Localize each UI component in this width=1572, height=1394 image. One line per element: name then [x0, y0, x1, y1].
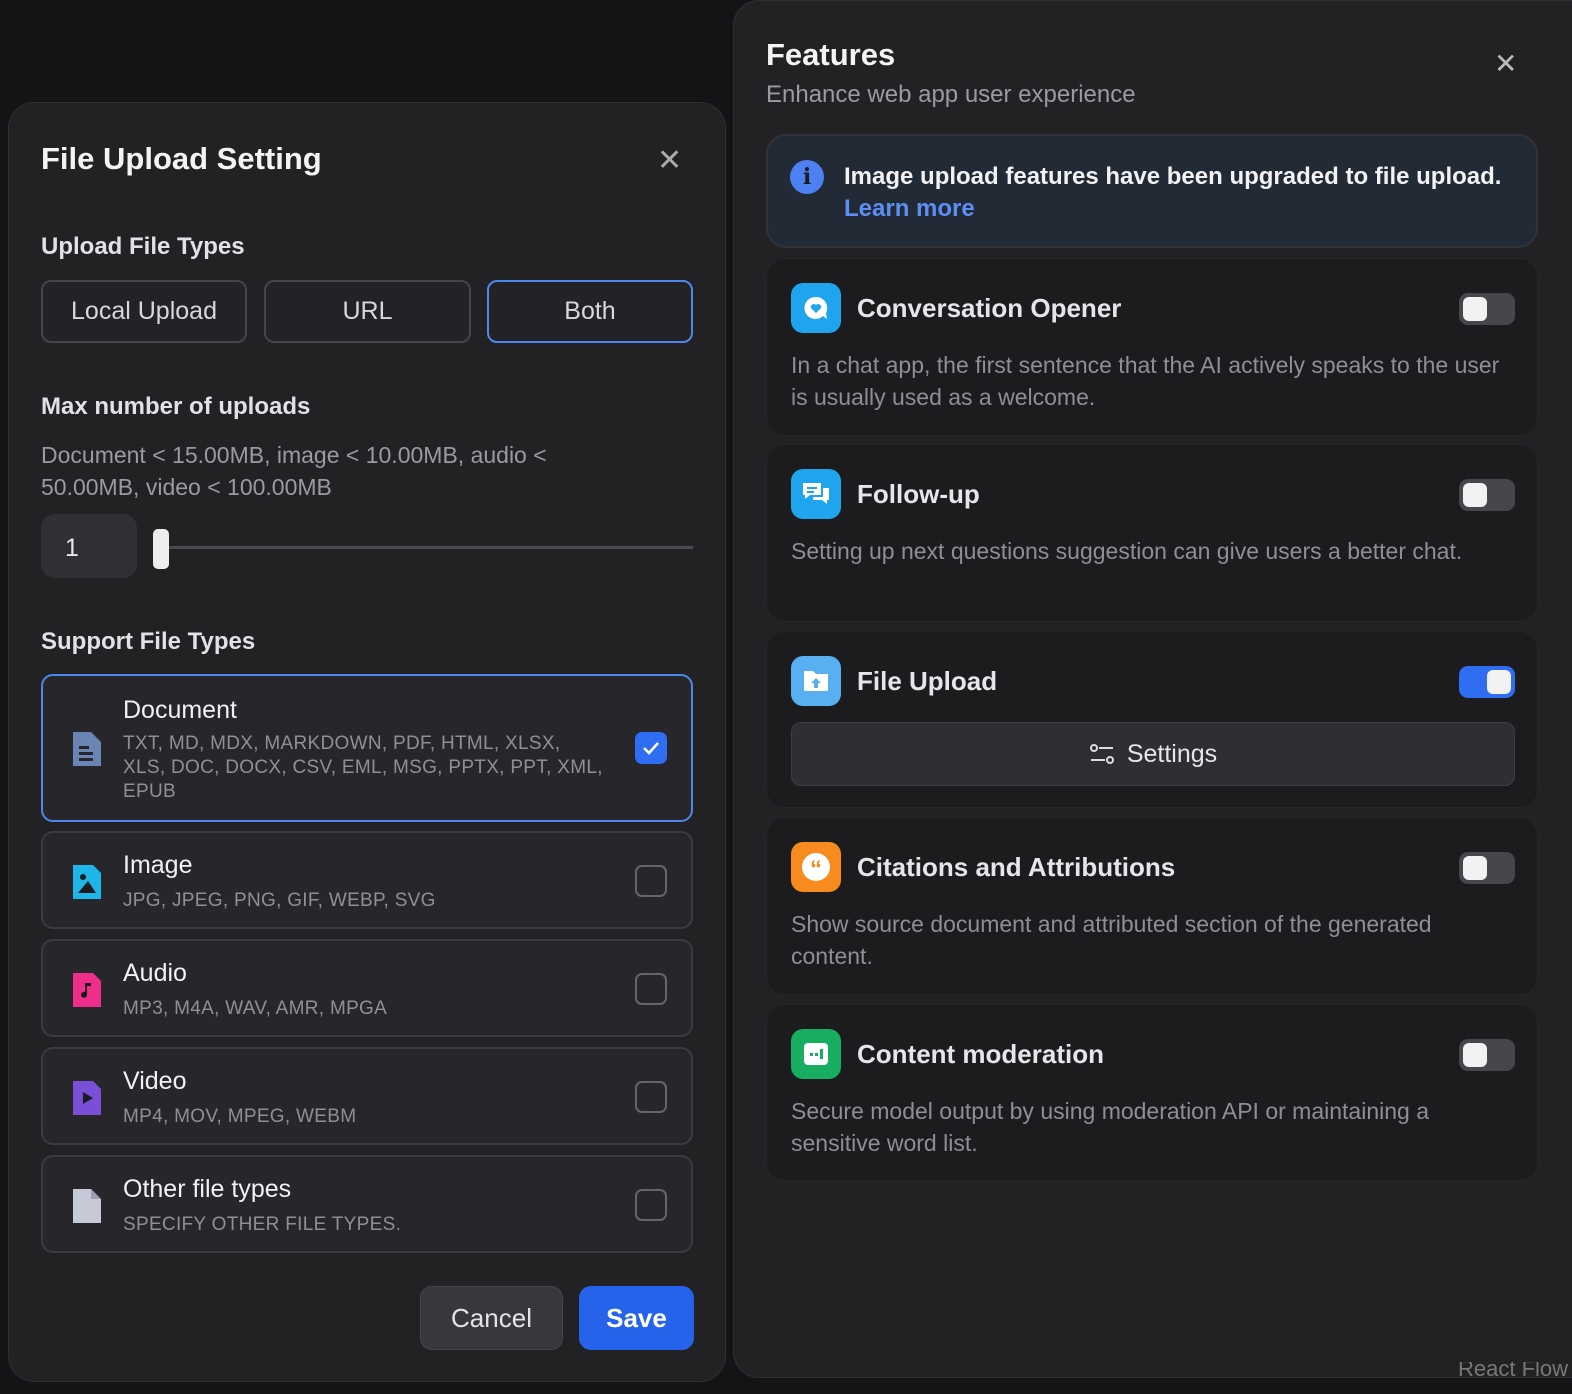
chat-bubbles-icon	[791, 469, 841, 519]
file-type-name: Audio	[123, 959, 187, 987]
chat-heart-icon	[791, 283, 841, 333]
file-type-name: Video	[123, 1067, 187, 1095]
size-limits-text: Document < 15.00MB, image < 10.00MB, aud…	[41, 442, 547, 500]
other-checkbox[interactable]	[635, 1189, 667, 1221]
document-icon	[73, 732, 101, 766]
feature-citations: “ Citations and Attributions Show source…	[766, 817, 1538, 995]
feature-description: Show source document and attributed sect…	[791, 911, 1432, 969]
feature-description: In a chat app, the first sentence that t…	[791, 352, 1500, 410]
feature-title: Follow-up	[857, 479, 980, 509]
file-upload-toggle[interactable]	[1459, 666, 1515, 698]
feature-file-upload: File Upload Settings	[766, 631, 1538, 808]
file-upload-setting-dialog: File Upload Setting ✕ Upload File Types …	[8, 102, 726, 1382]
folder-upload-icon	[791, 656, 841, 706]
file-type-video[interactable]: Video MP4, MOV, MPEG, WEBM	[41, 1047, 693, 1145]
react-flow-attribution[interactable]: React Flow	[1458, 1362, 1568, 1382]
option-local-upload[interactable]: Local Upload	[41, 280, 247, 343]
close-icon[interactable]: ✕	[657, 143, 682, 178]
file-upload-settings-button[interactable]: Settings	[791, 722, 1515, 786]
feature-title: File Upload	[857, 666, 998, 696]
image-checkbox[interactable]	[635, 865, 667, 897]
option-both[interactable]: Both	[487, 280, 693, 343]
features-title: Features	[766, 37, 896, 72]
file-type-extensions: MP3, M4A, WAV, AMR, MPGA	[123, 998, 388, 1019]
feature-conversation-opener: Conversation Opener In a chat app, the f…	[766, 258, 1538, 436]
settings-label: Settings	[1126, 739, 1218, 768]
file-type-name: Document	[123, 696, 237, 724]
image-icon	[73, 865, 101, 899]
features-subtitle: Enhance web app user experience	[766, 81, 1136, 108]
feature-title: Conversation Opener	[857, 293, 1122, 323]
file-type-document[interactable]: Document TXT, MD, MDX, MARKDOWN, PDF, HT…	[41, 674, 693, 822]
feature-description: Secure model output by using moderation …	[791, 1098, 1429, 1156]
audio-checkbox[interactable]	[635, 973, 667, 1005]
file-type-extensions: SPECIFY OTHER FILE TYPES.	[123, 1214, 402, 1235]
file-type-other[interactable]: Other file types SPECIFY OTHER FILE TYPE…	[41, 1155, 693, 1253]
feature-title: Citations and Attributions	[857, 852, 1176, 882]
audio-icon	[73, 973, 101, 1007]
features-panel: Features Enhance web app user experience…	[733, 0, 1572, 1378]
follow-up-toggle[interactable]	[1459, 479, 1515, 511]
file-type-image[interactable]: Image JPG, JPEG, PNG, GIF, WEBP, SVG	[41, 831, 693, 929]
moderation-icon	[791, 1029, 841, 1079]
max-uploads-slider[interactable]	[159, 546, 693, 549]
file-type-extensions: TXT, MD, MDX, MARKDOWN, PDF, HTML, XLSX,…	[123, 733, 603, 802]
file-type-audio[interactable]: Audio MP3, M4A, WAV, AMR, MPGA	[41, 939, 693, 1037]
feature-content-moderation: Content moderation Secure model output b…	[766, 1004, 1538, 1181]
feature-description: Setting up next questions suggestion can…	[791, 538, 1463, 564]
feature-follow-up: Follow-up Setting up next questions sugg…	[766, 444, 1538, 622]
sliders-icon	[1089, 744, 1114, 764]
document-checkbox[interactable]	[635, 732, 667, 764]
slider-handle[interactable]	[153, 529, 169, 569]
file-type-extensions: JPG, JPEG, PNG, GIF, WEBP, SVG	[123, 890, 436, 911]
option-url[interactable]: URL	[264, 280, 471, 343]
close-icon[interactable]: ✕	[1494, 47, 1517, 80]
video-icon	[73, 1081, 101, 1115]
info-icon: i	[790, 160, 824, 194]
max-uploads-input[interactable]: 1	[41, 514, 137, 578]
feature-title: Content moderation	[857, 1039, 1104, 1069]
video-checkbox[interactable]	[635, 1081, 667, 1113]
upload-types-label: Upload File Types	[41, 233, 245, 260]
cancel-button[interactable]: Cancel	[420, 1286, 563, 1350]
file-type-extensions: MP4, MOV, MPEG, WEBM	[123, 1106, 357, 1127]
support-types-label: Support File Types	[41, 628, 256, 655]
citations-toggle[interactable]	[1459, 852, 1515, 884]
file-type-name: Other file types	[123, 1175, 292, 1203]
max-uploads-label: Max number of uploads	[41, 393, 311, 420]
learn-more-link[interactable]: Learn more	[844, 195, 975, 223]
conversation-opener-toggle[interactable]	[1459, 293, 1515, 325]
dialog-title: File Upload Setting	[41, 141, 322, 176]
quote-icon: “	[791, 842, 841, 892]
notice-text: Image upload features have been upgraded…	[844, 163, 1502, 190]
file-icon	[73, 1189, 101, 1223]
content-moderation-toggle[interactable]	[1459, 1039, 1515, 1071]
save-button[interactable]: Save	[579, 1286, 694, 1350]
check-icon	[643, 742, 659, 755]
file-type-name: Image	[123, 851, 193, 879]
upgrade-notice: i Image upload features have been upgrad…	[766, 134, 1538, 248]
